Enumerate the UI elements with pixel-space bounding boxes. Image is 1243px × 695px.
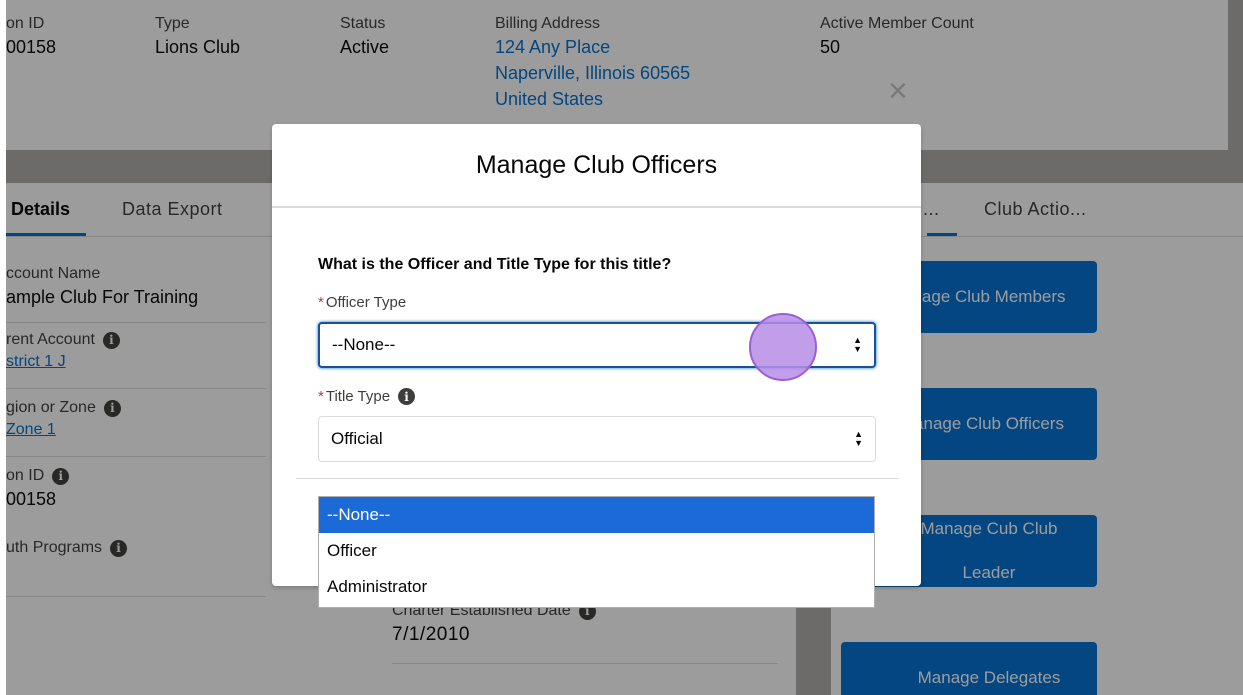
title-type-value: Official	[331, 429, 383, 448]
title-type-label-text: Title Type	[325, 388, 391, 405]
modal-header: Manage Club Officers	[272, 124, 921, 208]
select-arrows-icon: ▲ ▼	[854, 429, 863, 448]
option-administrator[interactable]: Administrator	[319, 569, 874, 605]
officer-type-options: --None-- Officer Administrator	[318, 496, 875, 608]
modal-divider	[296, 478, 899, 479]
title-type-label: * Title Type i	[318, 388, 416, 405]
modal-question: What is the Officer and Title Type for t…	[318, 256, 672, 273]
officer-type-label: * Officer Type	[318, 294, 406, 311]
required-marker: *	[318, 388, 324, 405]
option-none[interactable]: --None--	[319, 497, 874, 533]
officer-type-value: --None--	[332, 335, 396, 354]
required-marker: *	[318, 294, 324, 311]
info-icon[interactable]: i	[398, 388, 416, 405]
click-indicator	[749, 313, 817, 381]
title-type-select[interactable]: Official ▲ ▼	[318, 416, 876, 462]
modal-title: Manage Club Officers	[475, 150, 718, 179]
option-officer[interactable]: Officer	[319, 533, 874, 569]
select-arrows-icon: ▲ ▼	[853, 335, 862, 354]
officer-type-label-text: Officer Type	[325, 294, 407, 311]
